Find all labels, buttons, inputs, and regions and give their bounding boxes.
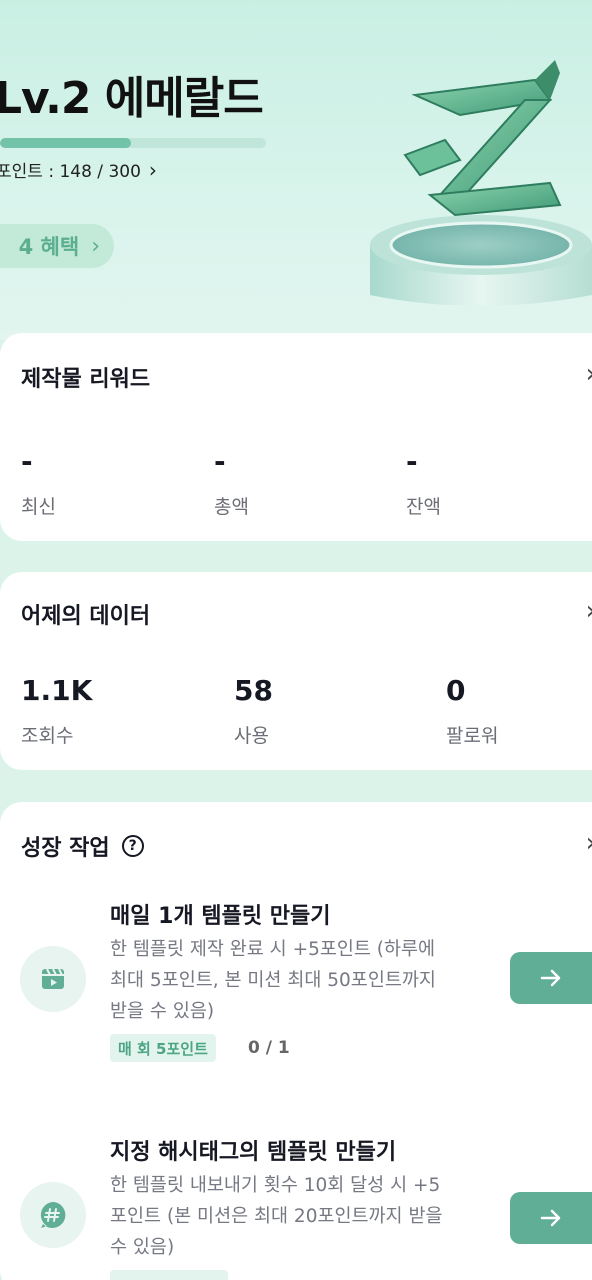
usage-stat: 58 사용 (234, 674, 273, 748)
growth-tasks-card: 성장 작업 ? › 매일 1개 템플릿 만들기 한 템플릿 제작 완료 시 +5… (0, 802, 592, 1280)
points-text: 포인트 : 148 / 300 (0, 162, 141, 182)
followers-value: 0 (446, 674, 466, 707)
reward-balance-value: - (406, 445, 418, 478)
reward-latest-value: - (21, 445, 33, 478)
reward-total-value: - (214, 445, 226, 478)
task-go-button[interactable] (510, 952, 592, 1004)
arrow-right-icon (540, 969, 561, 987)
arrow-right-icon (540, 1209, 561, 1227)
benefits-label: 4 혜택 (18, 235, 80, 259)
chevron-right-icon[interactable]: › (586, 598, 592, 624)
reward-card[interactable]: 제작물 리워드 › - 최신 - 총액 - 잔액 (0, 333, 592, 541)
task-description-line: 한 템플릿 내보내기 횟수 10회 달성 시 +5 (110, 1175, 441, 1196)
task-description-line: 받을 수 있음) (110, 1001, 215, 1022)
task-description-line: 포인트 (본 미션은 최대 20포인트까지 받을 (110, 1206, 443, 1227)
task-description: 한 템플릿 내보내기 횟수 10회 달성 시 +5 포인트 (본 미션은 최대 … (110, 1170, 490, 1263)
usage-value: 58 (234, 674, 273, 707)
level-title: Lv.2 에메랄드 (0, 73, 264, 124)
yesterday-card-title: 어제의 데이터 (21, 604, 151, 629)
reward-latest-label: 최신 (21, 496, 56, 518)
chevron-right-icon: › (148, 157, 157, 182)
task-description: 한 템플릿 제작 완료 시 +5포인트 (하루에 최대 5포인트, 본 미션 최… (110, 934, 490, 1027)
task-reward-tag (110, 1270, 228, 1280)
points-link[interactable]: 포인트 : 148 / 300 › (0, 157, 157, 183)
reward-total: - 총액 (214, 445, 249, 519)
reward-total-label: 총액 (214, 496, 249, 518)
chevron-right-icon[interactable]: › (586, 361, 592, 387)
level-progress-fill (0, 138, 132, 148)
followers-stat: 0 팔로워 (446, 674, 498, 748)
usage-label: 사용 (234, 725, 269, 747)
task-progress: 0 / 1 (248, 1038, 290, 1058)
task-name: 지정 해시태그의 템플릿 만들기 (110, 1140, 397, 1165)
views-value: 1.1K (21, 674, 93, 707)
level-progress-bar (0, 138, 266, 148)
chevron-right-icon[interactable]: › (586, 830, 592, 856)
task-description-line: 수 있음) (110, 1237, 175, 1258)
emerald-badge-icon (370, 60, 592, 305)
reward-balance-label: 잔액 (406, 496, 441, 518)
views-stat: 1.1K 조회수 (21, 674, 92, 748)
level-header: Lv.2 에메랄드 포인트 : 148 / 300 › 4 혜택 › (0, 0, 592, 340)
task-reward-tag: 매 회 5포인트 (110, 1034, 216, 1062)
help-icon[interactable]: ? (121, 835, 144, 857)
yesterday-data-card[interactable]: 어제의 데이터 › 1.1K 조회수 58 사용 0 팔로워 (0, 572, 592, 770)
chevron-right-icon: › (91, 233, 100, 259)
growth-card-title: 성장 작업 (21, 836, 110, 861)
reward-latest: - 최신 (21, 445, 56, 519)
clapperboard-icon (20, 946, 86, 1012)
reward-balance: - 잔액 (406, 445, 441, 519)
reward-card-title: 제작물 리워드 (21, 367, 151, 392)
task-go-button[interactable] (510, 1192, 592, 1244)
benefits-button[interactable]: 4 혜택 › (0, 224, 114, 268)
hashtag-icon (20, 1182, 86, 1248)
growth-card-header: 성장 작업 ? (21, 830, 144, 862)
followers-label: 팔로워 (446, 725, 499, 747)
task-description-line: 최대 5포인트, 본 미션 최대 50포인트까지 (110, 970, 436, 991)
task-description-line: 한 템플릿 제작 완료 시 +5포인트 (하루에 (110, 939, 436, 960)
views-label: 조회수 (21, 725, 74, 747)
task-name: 매일 1개 템플릿 만들기 (110, 904, 331, 929)
